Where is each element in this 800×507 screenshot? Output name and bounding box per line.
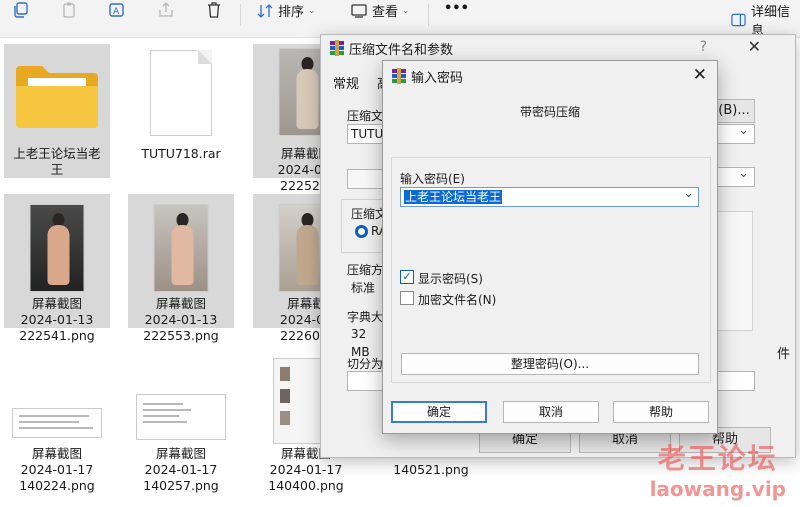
file-tile-image[interactable]: 屏幕截图 2024-01-17 140224.png (4, 344, 110, 493)
file-name-line: 2024-01-17 (144, 462, 218, 477)
file-name: TUTU718.rar (141, 146, 221, 161)
file-name-line: 2024-01-17 (269, 462, 343, 477)
sort-icon (257, 3, 273, 18)
delete-icon[interactable] (203, 0, 225, 20)
sort-button[interactable]: 排序 ⌄ (256, 1, 316, 20)
toolbar-separator (428, 4, 429, 26)
paste-icon[interactable] (58, 0, 80, 20)
toolbar-separator (240, 4, 241, 26)
side-text: 件 (777, 347, 791, 362)
more-label: ••• (444, 1, 469, 16)
file-name-line: 140224.png (19, 478, 95, 493)
chevron-down-icon: ⌄ (308, 5, 316, 16)
dict-select[interactable]: 32 MB (347, 324, 387, 359)
split-label: 切分为 (347, 357, 384, 371)
file-tile-rar[interactable]: TUTU718.rar (128, 44, 234, 178)
method-select[interactable]: 标准 (347, 278, 387, 298)
copy-icon[interactable] (10, 0, 32, 20)
close-icon[interactable]: ✕ (748, 37, 761, 56)
file-name-line: 2024-01-13 (144, 312, 218, 327)
side-field[interactable] (713, 371, 755, 391)
image-thumbnail (153, 204, 209, 292)
file-tile-folder[interactable]: 上老王论坛当老王 (4, 44, 110, 178)
dialog-heading: 带密码压缩 (519, 105, 580, 119)
sort-label: 排序 (278, 5, 305, 20)
svg-text:A: A (113, 7, 120, 17)
image-thumbnail (12, 408, 102, 438)
dict-label: 字典大 (347, 310, 384, 324)
watermark-cn: 老王论坛 (657, 442, 778, 475)
file-name-line: 屏幕截图 (155, 446, 206, 461)
file-name-line: 2024-01-13 (20, 312, 94, 327)
view-button[interactable]: 查看 ⌄ (350, 1, 410, 20)
share-icon[interactable] (155, 0, 177, 20)
file-name-line: 屏幕截图 (31, 446, 82, 461)
file-name: 上老王论坛当老王 (13, 146, 101, 177)
options-group (713, 211, 753, 331)
explorer-toolbar: A 排序 ⌄ 查看 ⌄ ••• 详细信息 (0, 0, 800, 39)
close-icon[interactable]: ✕ (693, 65, 707, 85)
file-name-line: 2024-01-17 (20, 462, 94, 477)
organize-passwords-button[interactable]: 整理密码(O)... (401, 353, 699, 375)
chevron-down-icon[interactable]: ⌄ (683, 186, 694, 201)
file-name-line: 屏幕截图 (155, 296, 206, 311)
file-tile-image[interactable]: 屏幕截图 2024-01-13 222541.png (4, 194, 110, 343)
profile-field[interactable] (347, 169, 387, 189)
image-thumbnail (29, 204, 85, 292)
password-label: 输入密码(E) (400, 172, 465, 186)
tab-general[interactable]: 常规 (333, 73, 359, 92)
winrar-icon (392, 68, 406, 84)
password-value: 上老王论坛当老王 (404, 190, 503, 204)
encrypt-names-label: 加密文件名(N) (418, 293, 497, 307)
file-tile-image[interactable]: 屏幕截图 2024-01-13 222553.png (128, 194, 234, 343)
split-field[interactable] (347, 371, 387, 391)
help-icon[interactable]: ? (700, 39, 707, 55)
password-input[interactable]: 上老王论坛当老王 ⌄ (400, 186, 699, 207)
details-pane-icon (731, 13, 746, 27)
folder-icon (14, 54, 100, 133)
encrypt-names-checkbox[interactable] (400, 291, 414, 305)
watermark-en: laowang.vip (649, 477, 786, 501)
cancel-button[interactable]: 取消 (503, 401, 599, 423)
format-radio[interactable] (355, 225, 368, 238)
more-button[interactable]: ••• (444, 1, 469, 16)
browse-button[interactable]: (B)... (713, 99, 755, 123)
method-label: 压缩方 (347, 263, 384, 277)
ok-button[interactable]: 确定 (391, 401, 487, 423)
file-name-line: 140521.png (393, 462, 469, 477)
file-name-line: 222541.png (19, 328, 95, 343)
archive-name-field[interactable]: TUTU7 (347, 124, 391, 144)
chevron-down-icon: ⌄ (402, 5, 410, 16)
show-password-label: 显示密码(S) (418, 272, 483, 286)
document-icon (150, 50, 212, 136)
winrar-icon (330, 40, 344, 56)
help-button[interactable]: 帮助 (613, 401, 709, 423)
file-name-line: 屏幕截图 (31, 296, 82, 311)
file-name-line: 222553.png (143, 328, 219, 343)
update-mode-select[interactable] (713, 123, 755, 144)
archive-name-label: 压缩文 (347, 109, 384, 123)
view-icon (351, 3, 367, 18)
file-name-line: 140257.png (143, 478, 219, 493)
site-watermark: 老王论坛 laowang.vip (650, 437, 786, 501)
view-label: 查看 (372, 5, 399, 20)
rename-icon[interactable]: A (106, 0, 128, 20)
window-title: 压缩文件名和参数 (349, 43, 454, 58)
dialog-title: 输入密码 (411, 71, 464, 86)
show-password-checkbox[interactable]: ✓ (400, 270, 414, 284)
image-thumbnail (136, 394, 226, 440)
update-select[interactable] (713, 166, 755, 187)
file-name-line: 140400.png (268, 478, 344, 493)
password-dialog: 输入密码 ✕ 带密码压缩 输入密码(E) 上老王论坛当老王 ⌄ ✓ 显示密码(S… (382, 60, 718, 434)
file-tile-image[interactable]: 屏幕截图 2024-01-17 140257.png (128, 344, 234, 493)
